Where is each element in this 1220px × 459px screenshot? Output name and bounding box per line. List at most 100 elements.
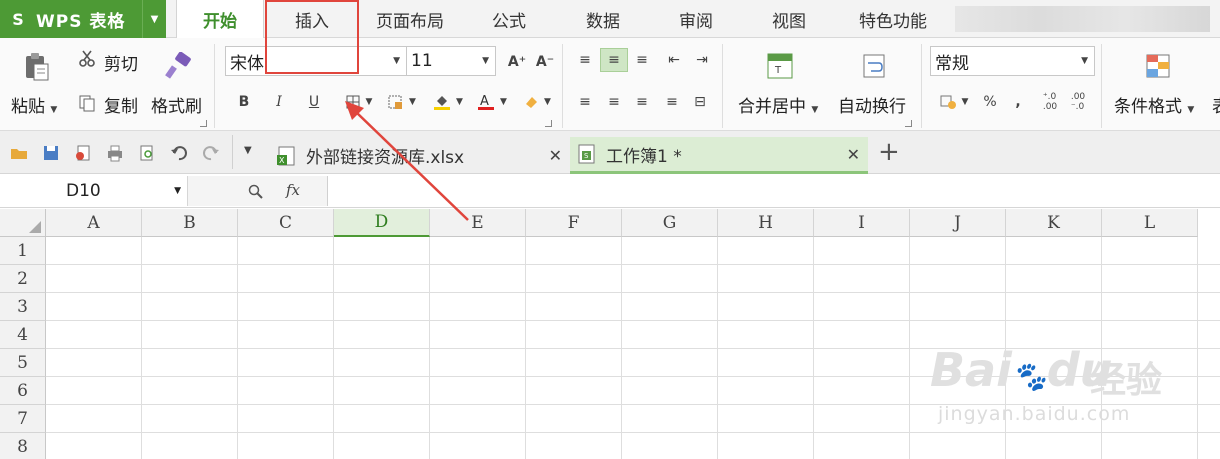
doc-tab[interactable]: X 外部链接资源库.xlsx ✕ — [270, 137, 570, 174]
wrap-text-icon[interactable] — [860, 52, 888, 80]
overflow-ribbon-label[interactable]: 表 — [1212, 92, 1220, 117]
copy-button[interactable]: 复制 — [104, 92, 138, 117]
grid-row-line — [46, 292, 1220, 293]
svg-text:T: T — [774, 65, 782, 76]
align-center-button[interactable]: ≡ — [600, 90, 628, 114]
row-header-1[interactable]: 1 — [0, 237, 46, 265]
justify-button[interactable]: ≡ — [658, 90, 686, 114]
tab-special-features[interactable]: 特色功能 — [838, 0, 948, 38]
align-middle-button[interactable]: ≡ — [600, 48, 628, 72]
column-header-k[interactable]: K — [1006, 209, 1102, 237]
column-header-d[interactable]: D — [334, 209, 430, 237]
grid-row-line — [46, 320, 1220, 321]
wps-logo-icon: S — [12, 9, 24, 29]
column-header-g[interactable]: G — [622, 209, 718, 237]
fill-color-button[interactable]: ▼ — [428, 90, 468, 114]
italic-button[interactable]: I — [265, 90, 293, 114]
close-icon[interactable]: ✕ — [549, 146, 562, 165]
merge-center-button[interactable]: 合并居中 ▼ — [738, 92, 818, 117]
select-all-corner[interactable] — [0, 209, 46, 237]
column-header-e[interactable]: E — [430, 209, 526, 237]
new-tab-plus-icon[interactable]: + — [878, 137, 900, 167]
tab-home[interactable]: 开始 — [176, 0, 264, 39]
number-format-select[interactable]: 常规 ▼ — [930, 46, 1095, 76]
wrap-text-button[interactable]: 自动换行 — [838, 92, 906, 117]
underline-button[interactable]: U — [300, 90, 328, 114]
column-header-l[interactable]: L — [1102, 209, 1198, 237]
conditional-format-icon[interactable] — [1144, 52, 1172, 80]
chevron-down-icon: ▼ — [174, 186, 181, 196]
decrease-decimal-button[interactable]: .00 ⁻.0 — [1064, 90, 1092, 114]
column-header-j[interactable]: J — [910, 209, 1006, 237]
save-icon[interactable] — [42, 144, 60, 162]
increase-decimal-button[interactable]: ⁺.0.00 — [1036, 90, 1064, 114]
customize-quickbar-icon[interactable]: ▼ — [244, 145, 252, 156]
app-menu-button[interactable]: S WPS 表格 ▼ — [0, 0, 166, 38]
close-icon[interactable]: ✕ — [847, 145, 860, 164]
row-header-8[interactable]: 8 — [0, 433, 46, 459]
alignment-launcher-icon[interactable] — [905, 120, 912, 127]
undo-icon[interactable] — [170, 144, 188, 162]
tab-page-layout[interactable]: 页面布局 — [360, 0, 460, 38]
tab-view[interactable]: 视图 — [748, 0, 830, 38]
font-launcher-icon[interactable] — [545, 120, 552, 127]
format-painter-button[interactable]: 格式刷 — [151, 92, 202, 117]
name-box[interactable]: D10 ▼ — [0, 176, 188, 206]
align-top-button[interactable]: ≡ — [571, 48, 599, 72]
row-header-3[interactable]: 3 — [0, 293, 46, 321]
fx-icon[interactable]: fx — [286, 181, 300, 199]
clear-format-button[interactable]: ▼ — [517, 90, 557, 114]
tab-formulas[interactable]: 公式 — [468, 0, 550, 38]
row-header-6[interactable]: 6 — [0, 377, 46, 405]
shrink-font-button[interactable]: A⁻ — [531, 50, 559, 74]
align-bottom-button[interactable]: ≡ — [628, 48, 656, 72]
format-painter-icon[interactable] — [164, 52, 192, 80]
redo-icon[interactable] — [202, 144, 220, 162]
print-icon[interactable] — [106, 144, 124, 162]
align-right-button[interactable]: ≡ — [628, 90, 656, 114]
cell-style-button[interactable]: ▼ — [382, 90, 422, 114]
currency-format-button[interactable]: ▼ — [934, 90, 974, 114]
bold-button[interactable]: B — [230, 90, 258, 114]
comma-button[interactable]: , — [1004, 90, 1032, 114]
distributed-align-button[interactable]: ⊟ — [686, 90, 714, 114]
row-header-4[interactable]: 4 — [0, 321, 46, 349]
conditional-format-button[interactable]: 条件格式 ▼ — [1114, 92, 1194, 117]
formula-input[interactable] — [329, 176, 1220, 206]
borders-button[interactable]: ▼ — [339, 90, 379, 114]
column-header-b[interactable]: B — [142, 209, 238, 237]
chevron-down-icon[interactable]: ▼ — [142, 0, 166, 38]
row-header-7[interactable]: 7 — [0, 405, 46, 433]
clipboard-launcher-icon[interactable] — [200, 120, 207, 127]
chevron-down-icon: ▼ — [409, 97, 416, 107]
row-header-2[interactable]: 2 — [0, 265, 46, 293]
print-preview-icon[interactable] — [138, 144, 156, 162]
font-size-select[interactable]: 11 ▼ — [406, 46, 496, 76]
grow-font-button[interactable]: A⁺ — [503, 50, 531, 74]
export-pdf-icon[interactable] — [74, 144, 92, 162]
font-color-button[interactable]: A ▼ — [472, 90, 512, 114]
open-folder-icon[interactable] — [10, 144, 28, 162]
tab-review[interactable]: 审阅 — [655, 0, 737, 38]
tab-data[interactable]: 数据 — [562, 0, 644, 38]
increase-indent-button[interactable]: ⇥ — [688, 48, 716, 72]
column-header-a[interactable]: A — [46, 209, 142, 237]
column-header-f[interactable]: F — [526, 209, 622, 237]
blurred-region — [955, 6, 1210, 32]
align-left-button[interactable]: ≡ — [571, 90, 599, 114]
decrease-indent-button[interactable]: ⇤ — [660, 48, 688, 72]
chevron-down-icon: ▼ — [50, 105, 58, 115]
row-header-5[interactable]: 5 — [0, 349, 46, 377]
merge-center-icon[interactable]: T — [766, 52, 794, 80]
paste-button[interactable]: 粘贴 ▼ — [11, 92, 57, 117]
eraser-icon — [526, 97, 538, 108]
column-header-c[interactable]: C — [238, 209, 334, 237]
percent-button[interactable]: % — [976, 90, 1004, 114]
column-header-h[interactable]: H — [718, 209, 814, 237]
doc-tab-active[interactable]: S 工作簿1 * ✕ — [570, 137, 868, 174]
cut-button[interactable]: 剪切 — [104, 50, 138, 75]
scissors-icon — [78, 50, 96, 68]
zoom-search-icon[interactable] — [248, 184, 264, 200]
paste-icon[interactable] — [22, 52, 52, 82]
column-header-i[interactable]: I — [814, 209, 910, 237]
